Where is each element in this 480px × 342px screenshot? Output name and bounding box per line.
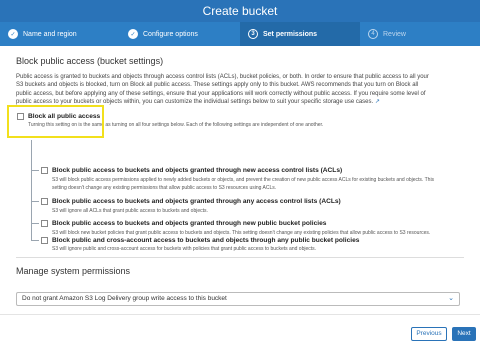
tree-branch bbox=[31, 240, 39, 241]
intro-line: Public access is granted to buckets and … bbox=[16, 74, 429, 80]
system-permissions-title: Manage system permissions bbox=[16, 266, 131, 276]
step-label: Review bbox=[383, 30, 406, 38]
option-desc: S3 will block public access permissions … bbox=[52, 177, 435, 183]
tree-branch bbox=[31, 170, 39, 171]
option-new-policies-checkbox[interactable] bbox=[41, 220, 48, 227]
log-delivery-select[interactable]: Do not grant Amazon S3 Log Delivery grou… bbox=[16, 292, 460, 306]
previous-button[interactable]: Previous bbox=[411, 327, 447, 341]
footer-divider bbox=[0, 314, 480, 315]
option-desc: S3 will ignore all ACLs that grant publi… bbox=[52, 208, 208, 214]
intro-text: Public access is granted to buckets and … bbox=[16, 73, 466, 107]
option-desc: S3 will block new bucket policies that g… bbox=[52, 230, 431, 236]
option-any-acls-checkbox[interactable] bbox=[41, 198, 48, 205]
option-desc: setting doesn't change any existing perm… bbox=[52, 185, 277, 191]
chevron-down-icon: ⌄ bbox=[448, 295, 454, 302]
option-any-policies-checkbox[interactable] bbox=[41, 237, 48, 244]
external-link-icon[interactable]: ↗ bbox=[375, 99, 380, 105]
step-set-permissions[interactable]: 3 Set permissions bbox=[240, 22, 360, 46]
select-value: Do not grant Amazon S3 Log Delivery grou… bbox=[22, 295, 227, 302]
intro-line: public access, but before applying any o… bbox=[16, 90, 426, 97]
permissions-panel: Block public access (bucket settings) Pu… bbox=[0, 46, 480, 342]
option-desc: S3 will ignore public and cross-account … bbox=[52, 246, 317, 252]
tree-branch bbox=[31, 201, 39, 202]
tree-line bbox=[31, 140, 32, 240]
option-label: Block public and cross-account access to… bbox=[52, 237, 360, 244]
intro-line: S3 buckets and objects is blocked, turn … bbox=[16, 82, 419, 89]
step-label: Set permissions bbox=[263, 30, 318, 38]
header-bar: Create bucket bbox=[0, 0, 480, 22]
option-new-acls-checkbox[interactable] bbox=[41, 167, 48, 174]
option-label: Block public access to buckets and objec… bbox=[52, 167, 343, 174]
divider bbox=[16, 257, 464, 258]
option-label: Block public access to buckets and objec… bbox=[52, 198, 341, 205]
step-review[interactable]: 4 Review bbox=[360, 22, 480, 46]
page-title: Create bucket bbox=[202, 4, 278, 18]
option-label: Block public access to buckets and objec… bbox=[52, 220, 327, 227]
step-number: 4 bbox=[368, 29, 378, 39]
step-number: 3 bbox=[248, 29, 258, 39]
step-label: Name and region bbox=[23, 30, 77, 38]
step-name-and-region[interactable]: ✓ Name and region bbox=[0, 22, 120, 46]
section-title: Block public access (bucket settings) bbox=[16, 56, 164, 66]
highlight-box bbox=[7, 105, 104, 138]
step-label: Configure options bbox=[143, 30, 198, 38]
check-icon: ✓ bbox=[128, 29, 138, 39]
tree-branch bbox=[31, 223, 39, 224]
wizard-steps: ✓ Name and region ✓ Configure options 3 … bbox=[0, 22, 480, 46]
next-button[interactable]: Next bbox=[452, 327, 476, 341]
step-configure-options[interactable]: ✓ Configure options bbox=[120, 22, 240, 46]
check-icon: ✓ bbox=[8, 29, 18, 39]
